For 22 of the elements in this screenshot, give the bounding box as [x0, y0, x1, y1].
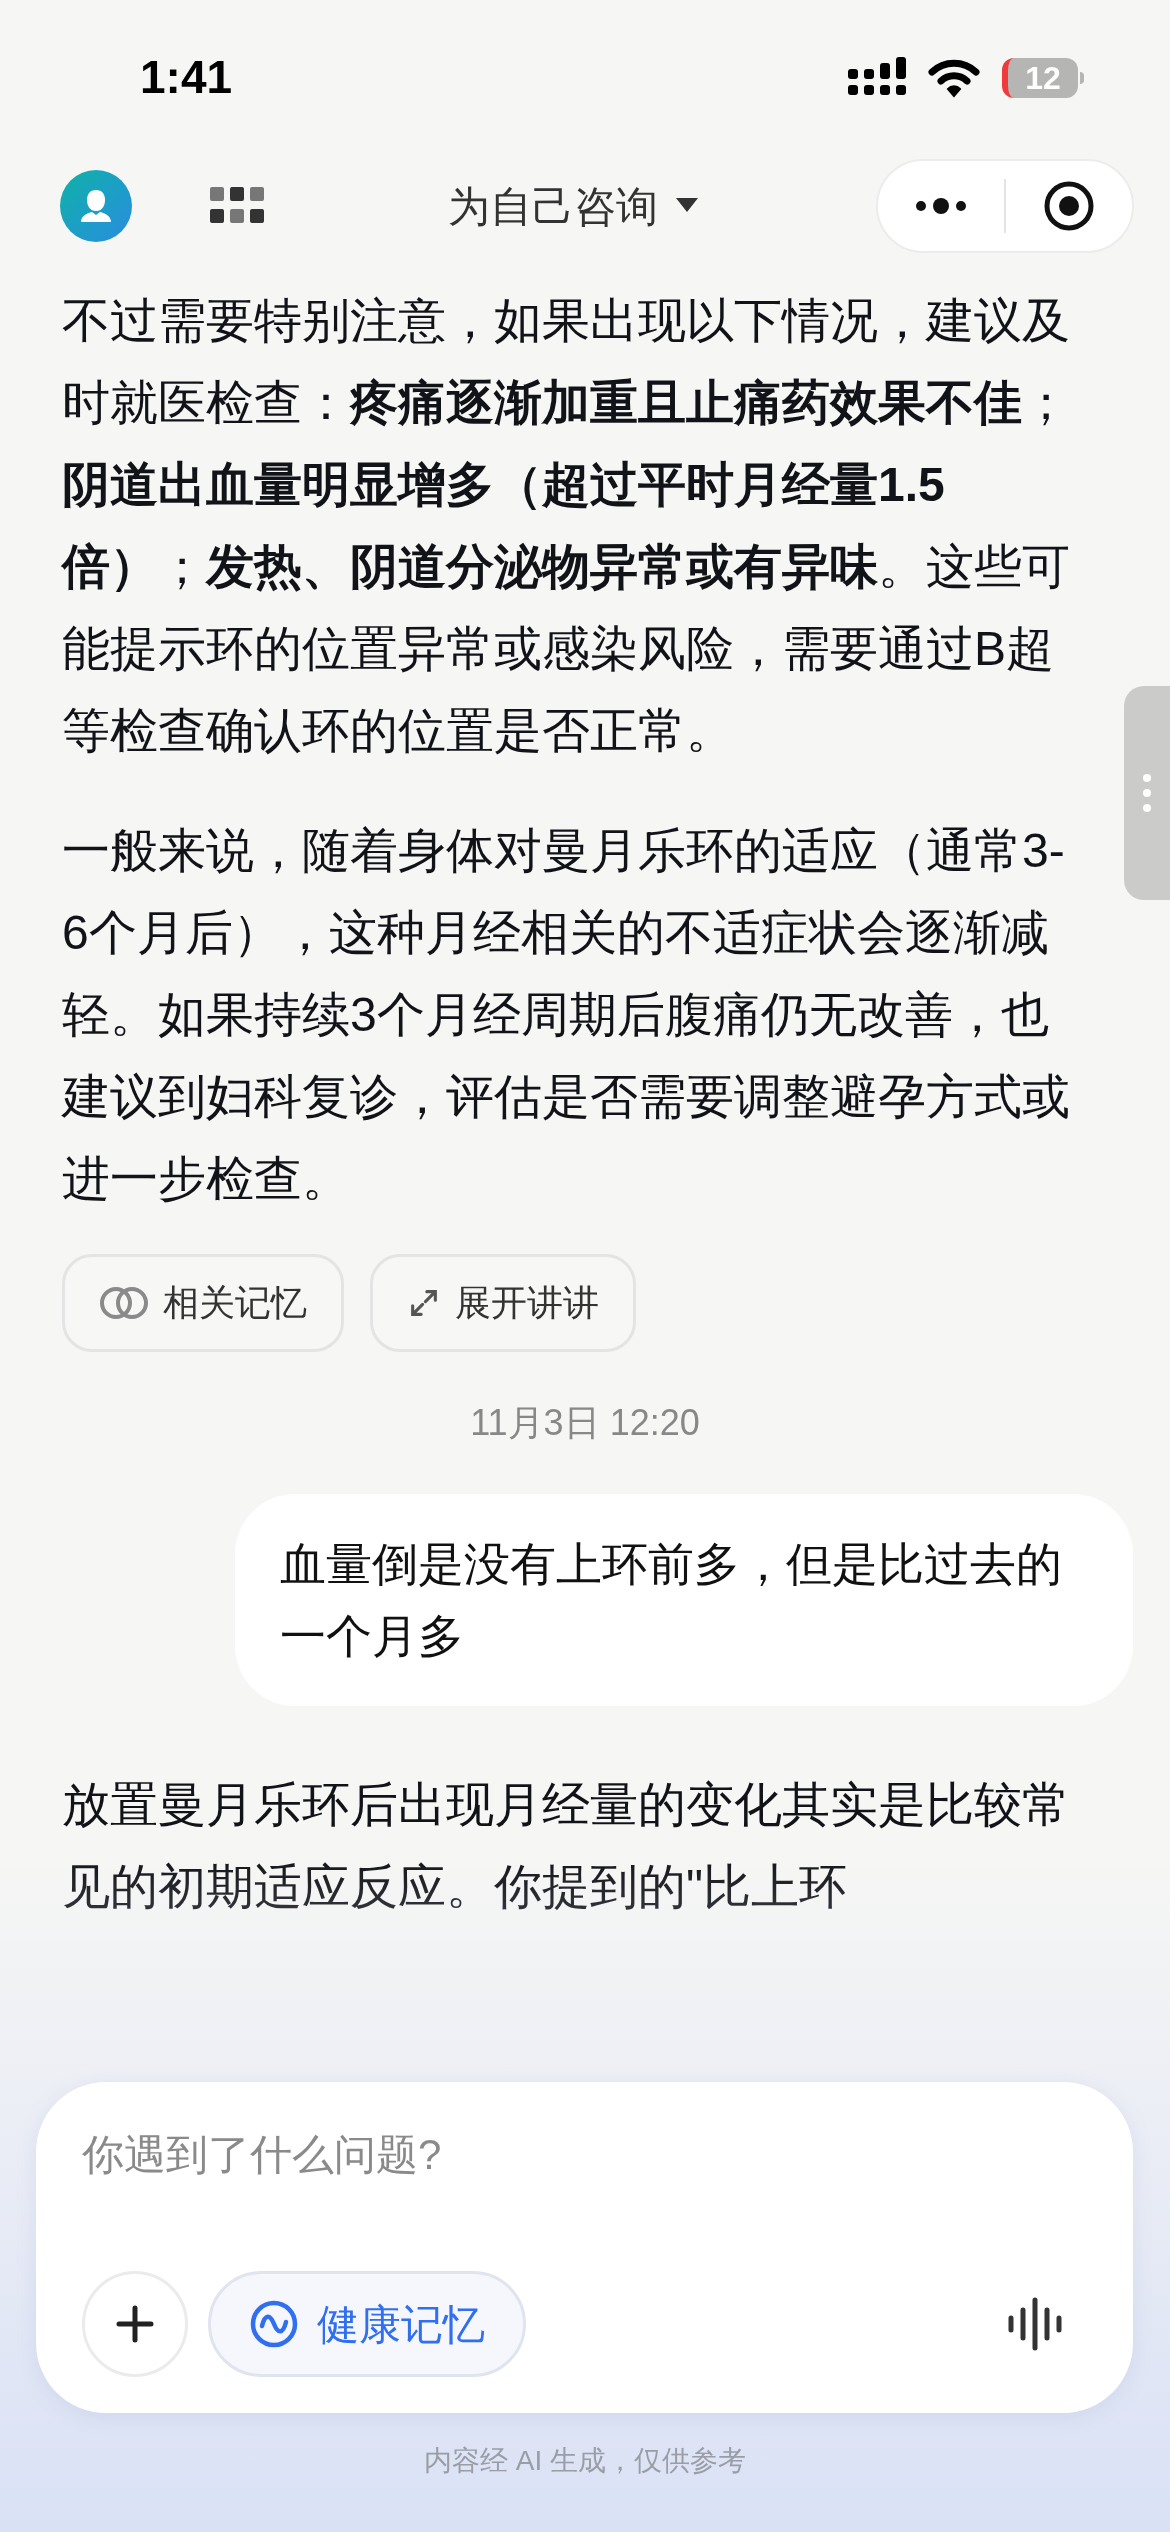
- add-button[interactable]: [82, 2271, 188, 2377]
- answer-paragraph: 放置曼月乐环后出现月经量的变化其实是比较常见的初期适应反应。你提到的"比上环: [62, 1777, 1071, 1915]
- wave-circle-icon: [249, 2299, 299, 2349]
- side-drawer-handle[interactable]: [1124, 686, 1170, 900]
- linked-rings-icon: [99, 1286, 149, 1320]
- answer-paragraph: 不过需要特别注意，如果出现以下情况，建议及时就医检查：疼痛逐渐加重且止痛药效果不佳；阴道出血量明显增多（超过平时月经量1.5倍）；发热、阴道分泌物异常或有异味。这些可能提示环的位置异常或感染风险，需要通过B超等检查确认环的位置是否正常。: [62, 293, 1071, 759]
- action-chip[interactable]: 相关记忆: [62, 1254, 344, 1352]
- health-memory-chip[interactable]: 健康记忆: [208, 2271, 526, 2377]
- consult-target-dropdown[interactable]: 为自己咨询: [448, 174, 698, 238]
- battery-indicator: 12: [1002, 57, 1078, 98]
- question-input[interactable]: 你遇到了什么问题?: [82, 2120, 1087, 2190]
- answer-paragraph: 一般来说，随着身体对曼月乐环的适应（通常3-6个月后），这种月经相关的不适症状会逐渐减轻。如果持续3个月经周期后腹痛仍无改善，也建议到妇科复诊，评估是否需要调整避孕方式或进一步检查。: [62, 823, 1071, 1207]
- grid-menu-icon[interactable]: [210, 187, 264, 225]
- status-time: 1:41: [140, 50, 233, 105]
- user-message-bubble: 血量倒是没有上环前多，但是比过去的一个月多: [235, 1494, 1133, 1706]
- action-chip[interactable]: 展开讲讲: [370, 1254, 636, 1352]
- caret-icon: [676, 198, 698, 214]
- voice-waveform-icon[interactable]: [1007, 2296, 1063, 2352]
- wifi-icon: [928, 57, 980, 98]
- plus-icon: [115, 2304, 155, 2344]
- message-timestamp: 11月3日 12:20: [470, 1401, 700, 1445]
- ai-disclaimer: 内容经 AI 生成，仅供参考: [424, 2444, 746, 2478]
